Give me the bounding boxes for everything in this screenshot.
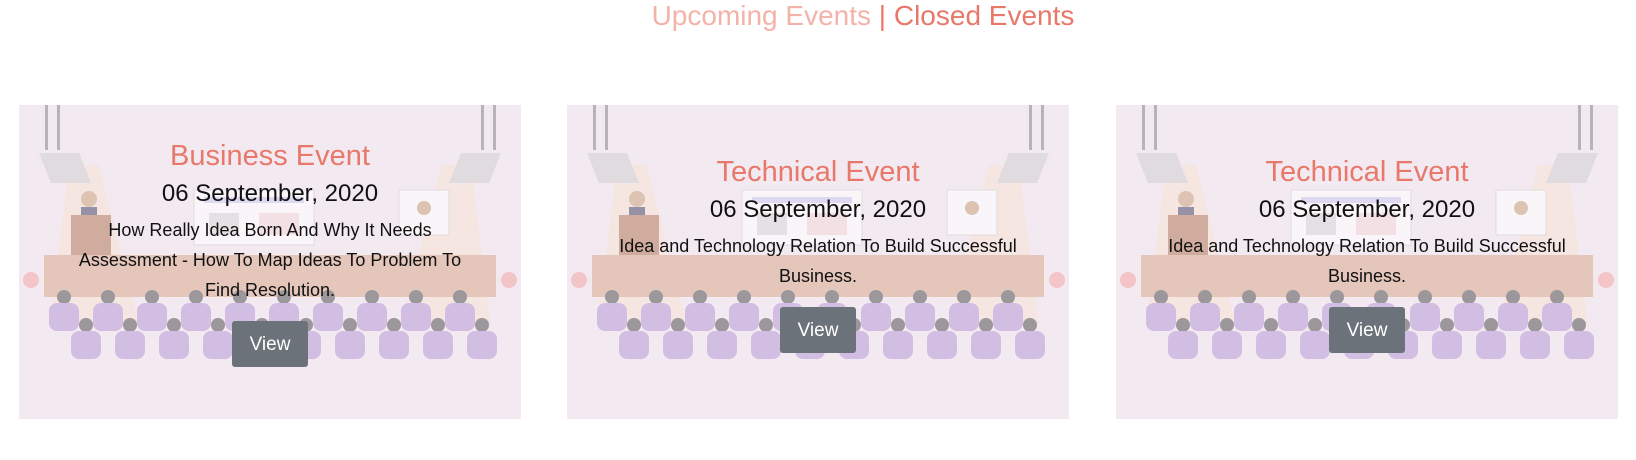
view-button[interactable]: View — [232, 321, 308, 367]
event-card-content: Technical Event 06 September, 2020 Idea … — [567, 105, 1069, 353]
event-card: Technical Event 06 September, 2020 Idea … — [567, 105, 1069, 419]
event-title: Technical Event — [1265, 156, 1469, 188]
view-button[interactable]: View — [780, 307, 856, 353]
view-button[interactable]: View — [1329, 307, 1405, 353]
event-card-content: Technical Event 06 September, 2020 Idea … — [1116, 105, 1618, 353]
event-date: 06 September, 2020 — [709, 196, 927, 223]
event-card-content: Business Event 06 September, 2020 How Re… — [19, 105, 521, 367]
tab-separator: | — [878, 0, 887, 31]
event-date: 06 September, 2020 — [161, 180, 379, 207]
event-description: How Really Idea Born And Why It Needs As… — [78, 220, 462, 300]
tab-upcoming-events[interactable]: Upcoming Events — [652, 0, 871, 31]
event-date: 06 September, 2020 — [1258, 196, 1476, 223]
event-title: Business Event — [170, 140, 370, 172]
event-description: Idea and Technology Relation To Build Su… — [619, 236, 1017, 286]
event-card: Business Event 06 September, 2020 How Re… — [19, 105, 521, 419]
tab-closed-events[interactable]: Closed Events — [894, 0, 1075, 31]
event-description: Idea and Technology Relation To Build Su… — [1168, 236, 1566, 286]
event-title: Technical Event — [716, 156, 920, 188]
event-tabs: Upcoming Events | Closed Events — [0, 0, 1636, 32]
event-card: Technical Event 06 September, 2020 Idea … — [1116, 105, 1618, 419]
